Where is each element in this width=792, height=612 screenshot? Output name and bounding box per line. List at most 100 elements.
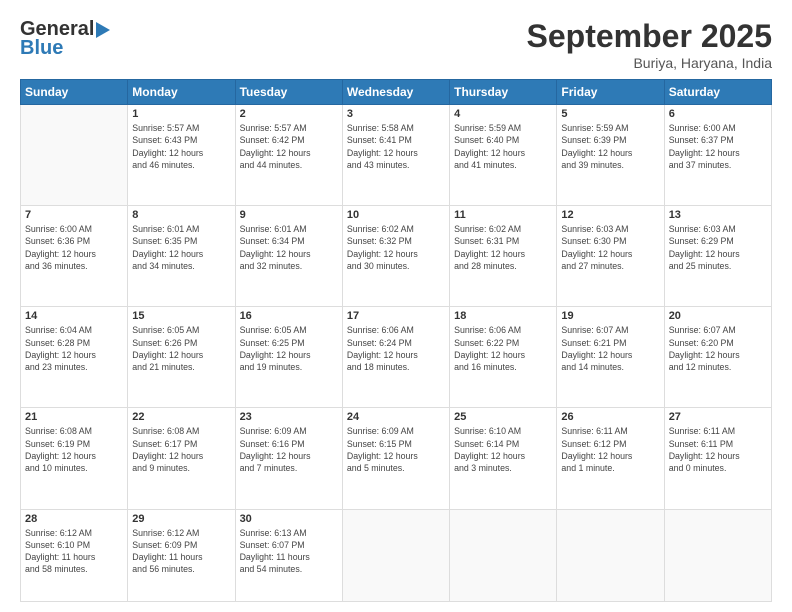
week-row-4: 21 Sunrise: 6:08 AM Sunset: 6:19 PM Dayli… bbox=[21, 408, 772, 509]
calendar-cell bbox=[450, 509, 557, 602]
day-info: Sunrise: 5:59 AM Sunset: 6:40 PM Dayligh… bbox=[454, 122, 552, 171]
calendar-cell: 21 Sunrise: 6:08 AM Sunset: 6:19 PM Dayli… bbox=[21, 408, 128, 509]
day-number: 18 bbox=[454, 310, 552, 322]
weekday-header-monday: Monday bbox=[128, 80, 235, 105]
calendar-cell: 13Sunrise: 6:03 AM Sunset: 6:29 PM Dayli… bbox=[664, 206, 771, 307]
day-number: 29 bbox=[132, 513, 230, 525]
logo-arrow-icon bbox=[96, 22, 110, 38]
calendar-cell: 27 Sunrise: 6:11 AM Sunset: 6:11 PM Dayli… bbox=[664, 408, 771, 509]
day-number: 3 bbox=[347, 108, 445, 120]
calendar-cell: 17 Sunrise: 6:06 AM Sunset: 6:24 PM Dayli… bbox=[342, 307, 449, 408]
calendar-cell bbox=[21, 105, 128, 206]
day-number: 1 bbox=[132, 108, 230, 120]
calendar-cell: 23 Sunrise: 6:09 AM Sunset: 6:16 PM Dayli… bbox=[235, 408, 342, 509]
calendar-cell: 2Sunrise: 5:57 AM Sunset: 6:42 PM Daylig… bbox=[235, 105, 342, 206]
day-info: Sunrise: 6:11 AM Sunset: 6:12 PM Dayligh… bbox=[561, 425, 659, 474]
day-info: Sunrise: 6:04 AM Sunset: 6:28 PM Dayligh… bbox=[25, 324, 123, 373]
day-number: 17 bbox=[347, 310, 445, 322]
day-info: Sunrise: 6:07 AM Sunset: 6:21 PM Dayligh… bbox=[561, 324, 659, 373]
week-row-2: 7Sunrise: 6:00 AM Sunset: 6:36 PM Daylig… bbox=[21, 206, 772, 307]
calendar-cell: 3 Sunrise: 5:58 AM Sunset: 6:41 PM Daylig… bbox=[342, 105, 449, 206]
calendar-cell: 29 Sunrise: 6:12 AM Sunset: 6:09 PM Dayli… bbox=[128, 509, 235, 602]
day-info: Sunrise: 6:01 AM Sunset: 6:35 PM Dayligh… bbox=[132, 223, 230, 272]
calendar-cell: 16Sunrise: 6:05 AM Sunset: 6:25 PM Dayli… bbox=[235, 307, 342, 408]
day-info: Sunrise: 5:59 AM Sunset: 6:39 PM Dayligh… bbox=[561, 122, 659, 171]
week-row-1: 1 Sunrise: 5:57 AM Sunset: 6:43 PM Daylig… bbox=[21, 105, 772, 206]
day-info: Sunrise: 6:10 AM Sunset: 6:14 PM Dayligh… bbox=[454, 425, 552, 474]
day-info: Sunrise: 6:08 AM Sunset: 6:19 PM Dayligh… bbox=[25, 425, 123, 474]
calendar-cell: 19 Sunrise: 6:07 AM Sunset: 6:21 PM Dayli… bbox=[557, 307, 664, 408]
day-number: 25 bbox=[454, 411, 552, 423]
day-number: 10 bbox=[347, 209, 445, 221]
day-number: 12 bbox=[561, 209, 659, 221]
calendar-cell: 25 Sunrise: 6:10 AM Sunset: 6:14 PM Dayli… bbox=[450, 408, 557, 509]
day-info: Sunrise: 6:03 AM Sunset: 6:29 PM Dayligh… bbox=[669, 223, 767, 272]
day-number: 14 bbox=[25, 310, 123, 322]
day-number: 6 bbox=[669, 108, 767, 120]
weekday-header-wednesday: Wednesday bbox=[342, 80, 449, 105]
calendar-cell: 4 Sunrise: 5:59 AM Sunset: 6:40 PM Daylig… bbox=[450, 105, 557, 206]
day-number: 15 bbox=[132, 310, 230, 322]
day-number: 4 bbox=[454, 108, 552, 120]
day-number: 30 bbox=[240, 513, 338, 525]
weekday-header-thursday: Thursday bbox=[450, 80, 557, 105]
day-number: 19 bbox=[561, 310, 659, 322]
day-info: Sunrise: 6:00 AM Sunset: 6:37 PM Dayligh… bbox=[669, 122, 767, 171]
calendar-cell: 7Sunrise: 6:00 AM Sunset: 6:36 PM Daylig… bbox=[21, 206, 128, 307]
calendar-cell bbox=[342, 509, 449, 602]
calendar-cell: 12 Sunrise: 6:03 AM Sunset: 6:30 PM Dayli… bbox=[557, 206, 664, 307]
calendar-cell: 6 Sunrise: 6:00 AM Sunset: 6:37 PM Daylig… bbox=[664, 105, 771, 206]
day-info: Sunrise: 6:03 AM Sunset: 6:30 PM Dayligh… bbox=[561, 223, 659, 272]
day-info: Sunrise: 6:12 AM Sunset: 6:10 PM Dayligh… bbox=[25, 527, 123, 576]
day-number: 9 bbox=[240, 209, 338, 221]
calendar-cell: 22Sunrise: 6:08 AM Sunset: 6:17 PM Dayli… bbox=[128, 408, 235, 509]
day-number: 26 bbox=[561, 411, 659, 423]
day-info: Sunrise: 6:06 AM Sunset: 6:22 PM Dayligh… bbox=[454, 324, 552, 373]
day-number: 27 bbox=[669, 411, 767, 423]
calendar-cell bbox=[664, 509, 771, 602]
location: Buriya, Haryana, India bbox=[527, 55, 772, 71]
day-number: 5 bbox=[561, 108, 659, 120]
calendar-cell: 10 Sunrise: 6:02 AM Sunset: 6:32 PM Dayli… bbox=[342, 206, 449, 307]
calendar-cell: 28Sunrise: 6:12 AM Sunset: 6:10 PM Dayli… bbox=[21, 509, 128, 602]
day-info: Sunrise: 6:01 AM Sunset: 6:34 PM Dayligh… bbox=[240, 223, 338, 272]
day-number: 23 bbox=[240, 411, 338, 423]
day-number: 20 bbox=[669, 310, 767, 322]
weekday-header-tuesday: Tuesday bbox=[235, 80, 342, 105]
calendar-cell: 18 Sunrise: 6:06 AM Sunset: 6:22 PM Dayli… bbox=[450, 307, 557, 408]
calendar-cell: 24 Sunrise: 6:09 AM Sunset: 6:15 PM Dayli… bbox=[342, 408, 449, 509]
week-row-5: 28Sunrise: 6:12 AM Sunset: 6:10 PM Dayli… bbox=[21, 509, 772, 602]
day-number: 24 bbox=[347, 411, 445, 423]
day-info: Sunrise: 6:06 AM Sunset: 6:24 PM Dayligh… bbox=[347, 324, 445, 373]
day-info: Sunrise: 6:11 AM Sunset: 6:11 PM Dayligh… bbox=[669, 425, 767, 474]
title-area: September 2025 Buriya, Haryana, India bbox=[527, 18, 772, 71]
calendar-table: SundayMondayTuesdayWednesdayThursdayFrid… bbox=[20, 79, 772, 602]
day-info: Sunrise: 6:00 AM Sunset: 6:36 PM Dayligh… bbox=[25, 223, 123, 272]
weekday-header-row: SundayMondayTuesdayWednesdayThursdayFrid… bbox=[21, 80, 772, 105]
logo: General Blue bbox=[20, 18, 110, 60]
logo-line2: Blue bbox=[20, 37, 63, 60]
month-title: September 2025 bbox=[527, 18, 772, 55]
day-info: Sunrise: 6:02 AM Sunset: 6:32 PM Dayligh… bbox=[347, 223, 445, 272]
day-info: Sunrise: 6:09 AM Sunset: 6:15 PM Dayligh… bbox=[347, 425, 445, 474]
day-number: 21 bbox=[25, 411, 123, 423]
day-info: Sunrise: 6:02 AM Sunset: 6:31 PM Dayligh… bbox=[454, 223, 552, 272]
day-info: Sunrise: 5:57 AM Sunset: 6:42 PM Dayligh… bbox=[240, 122, 338, 171]
week-row-3: 14 Sunrise: 6:04 AM Sunset: 6:28 PM Dayli… bbox=[21, 307, 772, 408]
calendar-cell: 9 Sunrise: 6:01 AM Sunset: 6:34 PM Daylig… bbox=[235, 206, 342, 307]
day-number: 22 bbox=[132, 411, 230, 423]
calendar-cell bbox=[557, 509, 664, 602]
page: General Blue September 2025 Buriya, Hary… bbox=[0, 0, 792, 612]
calendar-cell: 20Sunrise: 6:07 AM Sunset: 6:20 PM Dayli… bbox=[664, 307, 771, 408]
day-info: Sunrise: 5:58 AM Sunset: 6:41 PM Dayligh… bbox=[347, 122, 445, 171]
calendar-cell: 14 Sunrise: 6:04 AM Sunset: 6:28 PM Dayli… bbox=[21, 307, 128, 408]
day-info: Sunrise: 6:09 AM Sunset: 6:16 PM Dayligh… bbox=[240, 425, 338, 474]
day-info: Sunrise: 5:57 AM Sunset: 6:43 PM Dayligh… bbox=[132, 122, 230, 171]
calendar-cell: 26 Sunrise: 6:11 AM Sunset: 6:12 PM Dayli… bbox=[557, 408, 664, 509]
day-info: Sunrise: 6:05 AM Sunset: 6:25 PM Dayligh… bbox=[240, 324, 338, 373]
day-number: 8 bbox=[132, 209, 230, 221]
weekday-header-friday: Friday bbox=[557, 80, 664, 105]
header: General Blue September 2025 Buriya, Hary… bbox=[20, 18, 772, 71]
day-info: Sunrise: 6:12 AM Sunset: 6:09 PM Dayligh… bbox=[132, 527, 230, 576]
calendar-cell: 15Sunrise: 6:05 AM Sunset: 6:26 PM Dayli… bbox=[128, 307, 235, 408]
